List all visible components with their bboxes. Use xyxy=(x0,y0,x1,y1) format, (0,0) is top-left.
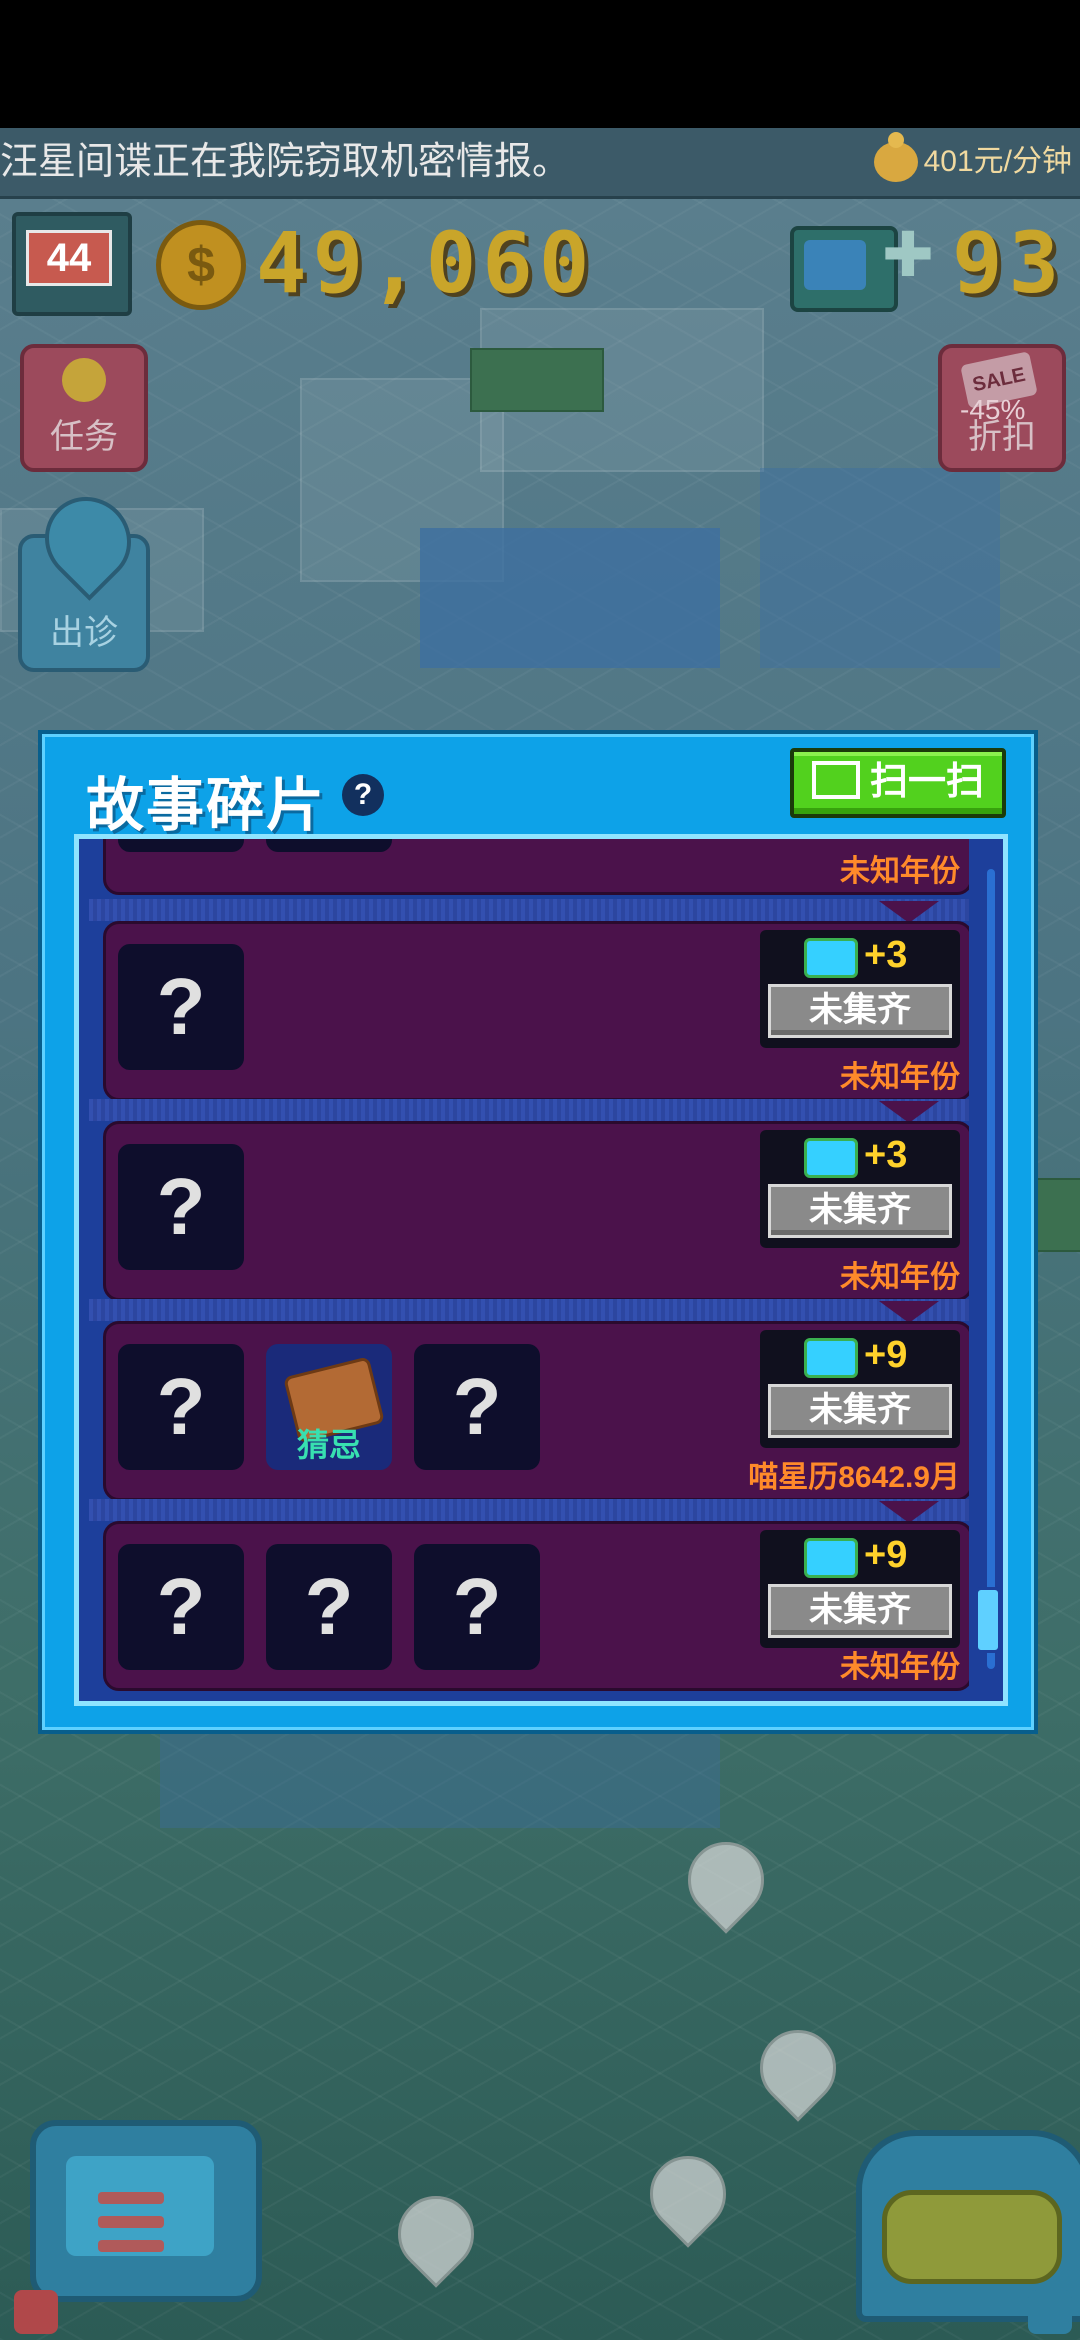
fish-counter: 93 xyxy=(952,214,1066,312)
plus-flower-icon[interactable]: ✚ xyxy=(882,225,942,287)
reward-box: +3 未集齐 xyxy=(760,1130,960,1248)
fragment-slot[interactable]: ? xyxy=(118,1544,244,1670)
task-label: 任务 xyxy=(50,418,118,456)
scan-button[interactable]: 扫一扫 xyxy=(790,748,1006,818)
story-fragments-dialog: 故事碎片 ? 扫一扫 未知年份 ? +3 未集齐 未知年份 ? +3 未集齐 未… xyxy=(38,730,1038,1734)
fragment-slot[interactable]: ? xyxy=(414,1544,540,1670)
add-icon[interactable] xyxy=(14,2290,58,2334)
outing-label: 出诊 xyxy=(50,614,118,652)
story-date: 未知年份 xyxy=(840,1261,960,1294)
ticker-message: 汪星间谍正在我院窃取机密情报。 xyxy=(0,141,571,183)
income-rate: 401元/分钟 xyxy=(873,128,1072,196)
story-date: 喵星历8642.9月 xyxy=(748,1461,960,1494)
task-button[interactable]: 任务 xyxy=(20,344,148,472)
reward-amount: +3 xyxy=(864,934,908,976)
reward-amount: +9 xyxy=(864,1334,908,1376)
reward-box: +3 未集齐 xyxy=(760,930,960,1048)
story-card: ? ? ? +9 未集齐 未知年份 xyxy=(103,1521,969,1691)
lightbulb-icon xyxy=(62,358,106,402)
fish-tv-icon xyxy=(804,938,858,978)
collect-status-button[interactable]: 未集齐 xyxy=(768,1184,952,1238)
reward-amount: +3 xyxy=(864,1134,908,1176)
level-number: 44 xyxy=(26,230,112,286)
fragment-slot-found[interactable]: 猜忌 xyxy=(266,1344,392,1470)
lightning-icon[interactable] xyxy=(1028,2290,1072,2334)
income-rate-text: 401元/分钟 xyxy=(923,145,1072,178)
fragment-slot[interactable]: ? xyxy=(266,1544,392,1670)
qr-code-icon xyxy=(811,760,860,799)
fragment-name: 猜忌 xyxy=(296,1427,361,1463)
story-card: ? +3 未集齐 未知年份 xyxy=(103,1121,969,1301)
fish-tv-icon xyxy=(804,1138,858,1178)
story-card: ? 猜忌 ? +9 未集齐 喵星历8642.9月 xyxy=(103,1321,969,1501)
fragment-slot[interactable]: ? xyxy=(118,1344,244,1470)
fragment-slot[interactable] xyxy=(266,839,392,852)
menu-button[interactable] xyxy=(30,2120,262,2302)
reward-amount: +9 xyxy=(864,1534,908,1576)
dialog-title: 故事碎片 xyxy=(86,773,327,838)
battery-icon xyxy=(882,2190,1062,2284)
collect-status-button[interactable]: 未集齐 xyxy=(768,984,952,1038)
fragment-slot[interactable]: ? xyxy=(118,1144,244,1270)
reward-box: +9 未集齐 xyxy=(760,1330,960,1448)
coin-icon: $ xyxy=(156,220,246,310)
news-ticker: 汪星间谍正在我院窃取机密情报。 401元/分钟 xyxy=(0,128,1080,199)
scrollbar-track[interactable] xyxy=(987,869,995,1669)
level-badge[interactable]: 44 xyxy=(12,212,132,316)
story-date: 未知年份 xyxy=(840,1061,960,1094)
story-date: 未知年份 xyxy=(840,855,960,888)
scrollbar-thumb[interactable] xyxy=(975,1587,1001,1653)
story-card: 未知年份 xyxy=(103,839,969,895)
story-list[interactable]: 未知年份 ? +3 未集齐 未知年份 ? +3 未集齐 未知年份 ? 猜忌 ? … xyxy=(74,834,1008,1706)
fragment-slot[interactable] xyxy=(118,839,244,852)
piggy-bank-icon xyxy=(873,132,918,182)
sale-label: 折扣 xyxy=(968,418,1036,456)
fish-tv-icon xyxy=(804,1538,858,1578)
collect-status-button[interactable]: 未集齐 xyxy=(768,1584,952,1638)
fish-tv-icon xyxy=(804,1338,858,1378)
reward-box: +9 未集齐 xyxy=(760,1530,960,1648)
fragment-slot[interactable]: ? xyxy=(414,1344,540,1470)
outing-button[interactable]: 出诊 xyxy=(18,479,150,672)
sale-button[interactable]: SALE -45% 折扣 xyxy=(938,344,1066,472)
scan-label: 扫一扫 xyxy=(869,761,984,803)
collect-status-button[interactable]: 未集齐 xyxy=(768,1384,952,1438)
story-date: 未知年份 xyxy=(840,1651,960,1684)
help-icon[interactable]: ? xyxy=(342,774,384,816)
story-card: ? +3 未集齐 未知年份 xyxy=(103,921,969,1101)
money-counter: 49,060 xyxy=(256,214,596,312)
fragment-slot[interactable]: ? xyxy=(118,944,244,1070)
